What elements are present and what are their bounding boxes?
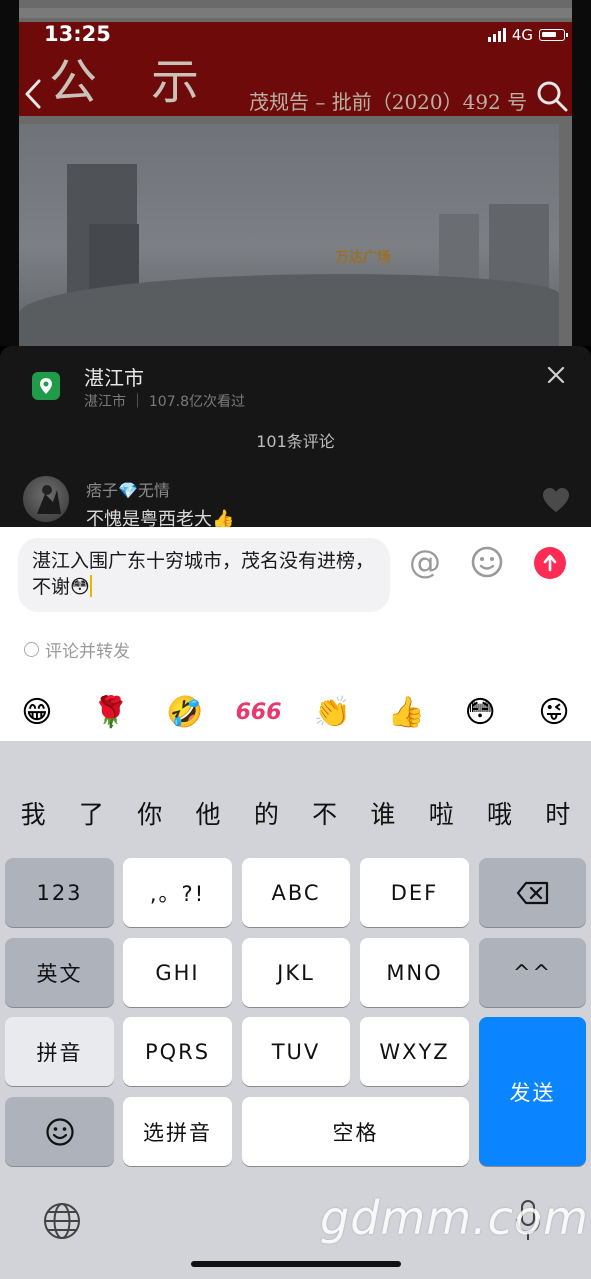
comment-input-area: 湛江入围广东十穷城市，茂名没有进榜，不谢😳 @ 评论并转发 😁 🌹 🤣 666 … [0, 527, 591, 741]
emoji-grin[interactable]: 😁 [13, 695, 61, 730]
comment-panel: 湛江市 湛江市 ｜ 107.8亿次看过 101条评论 痞子💎无情 不愧是粤西老大… [0, 346, 591, 546]
space-key[interactable]: 空格 [242, 1097, 469, 1166]
key-def[interactable]: DEF [360, 858, 469, 927]
key-wxyz[interactable]: WXYZ [360, 1017, 469, 1086]
heart-icon[interactable] [541, 486, 571, 514]
emoji-key[interactable] [5, 1097, 114, 1166]
key-pqrs[interactable]: PQRS [123, 1017, 232, 1086]
key-mno[interactable]: MNO [360, 938, 469, 1007]
candidate-word[interactable]: 我 [6, 795, 60, 831]
search-icon[interactable] [536, 80, 568, 112]
signal-icon [487, 28, 506, 42]
emoji-clap[interactable]: 👏 [308, 695, 356, 730]
back-arrow-icon[interactable] [24, 78, 42, 110]
smiley-icon [45, 1117, 74, 1146]
avatar[interactable] [23, 476, 69, 522]
notice-char-2: 示 [151, 54, 200, 110]
status-time: 13:25 [44, 22, 111, 46]
repost-label: 评论并转发 [45, 642, 130, 662]
key-pinyin[interactable]: 拼音 [5, 1017, 114, 1086]
key-abc[interactable]: ABC [242, 858, 350, 927]
key-123[interactable]: 123 [5, 858, 114, 927]
emoji-rose[interactable]: 🌹 [87, 695, 135, 730]
candidate-word[interactable]: 的 [239, 795, 293, 831]
location-subtitle: 湛江市 ｜ 107.8亿次看过 [84, 394, 245, 410]
emoji-flushed[interactable]: 😳 [456, 695, 504, 730]
key-ghi[interactable]: GHI [123, 938, 232, 1007]
key-tuv[interactable]: TUV [242, 1017, 350, 1086]
emoji-bar: 😁 🌹 🤣 666 👏 👍 😳 😜 [0, 687, 591, 737]
key-emoticon[interactable]: ^^ [479, 938, 586, 1007]
keyboard: 我 了 你 他 的 不 谁 啦 哦 时 123 ,。?! ABC DEF 英文 … [0, 741, 591, 1279]
notice-poster: 公 示 茂规告 – 批前（2020）492 号 万达广场 [19, 0, 572, 346]
globe-icon[interactable] [42, 1201, 82, 1241]
candidate-word[interactable]: 啦 [414, 795, 468, 831]
candidate-word[interactable]: 你 [123, 795, 177, 831]
emoji-wink-tongue[interactable]: 😜 [530, 695, 578, 730]
candidate-word[interactable]: 哦 [473, 795, 527, 831]
emoji-rofl[interactable]: 🤣 [161, 695, 209, 730]
comment-count: 101条评论 [256, 432, 335, 451]
notice-reference: 茂规告 – 批前（2020）492 号 [249, 90, 528, 114]
candidate-word[interactable]: 谁 [356, 795, 410, 831]
emoji-666[interactable]: 666 [235, 700, 283, 725]
close-icon[interactable] [547, 366, 565, 384]
mention-at-icon[interactable]: @ [407, 544, 443, 580]
key-punctuation[interactable]: ,。?! [123, 858, 232, 927]
radio-circle-icon [24, 642, 39, 657]
emoji-face-icon[interactable] [470, 545, 504, 579]
key-english[interactable]: 英文 [5, 938, 114, 1007]
key-jkl[interactable]: JKL [242, 938, 350, 1007]
video-background[interactable]: 公 示 茂规告 – 批前（2020）492 号 万达广场 13:25 4G [0, 0, 591, 346]
comment-username[interactable]: 痞子💎无情 [86, 477, 170, 501]
candidate-word[interactable]: 时 [531, 795, 585, 831]
mall-logo: 万达广场 [335, 250, 391, 266]
repost-checkbox[interactable]: 评论并转发 [24, 637, 130, 662]
candidate-bar: 我 了 你 他 的 不 谁 啦 哦 时 [0, 795, 591, 831]
home-indicator [191, 1261, 401, 1267]
poster-top-strip [19, 8, 572, 18]
location-pin-icon[interactable] [32, 372, 60, 400]
backspace-key[interactable] [479, 858, 586, 927]
comment-input-text: 湛江入围广东十穷城市，茂名没有进榜，不谢😳 [32, 550, 375, 598]
watermark: gdmm.com [320, 1191, 589, 1245]
candidate-word[interactable]: 他 [181, 795, 235, 831]
status-indicators: 4G [487, 26, 568, 44]
candidate-word[interactable]: 了 [64, 795, 118, 831]
key-select-pinyin[interactable]: 选拼音 [123, 1097, 232, 1166]
mall-photo: 万达广场 [19, 124, 559, 346]
send-arrow-icon[interactable] [534, 547, 566, 579]
emoji-thumbs-up[interactable]: 👍 [382, 695, 430, 730]
send-key[interactable]: 发送 [479, 1017, 586, 1166]
network-type: 4G [511, 26, 533, 44]
notice-char-1: 公 [49, 54, 98, 110]
candidate-word[interactable]: 不 [298, 795, 352, 831]
text-caret [89, 575, 92, 597]
backspace-icon [516, 881, 548, 904]
location-title[interactable]: 湛江市 [84, 362, 144, 391]
battery-icon [539, 29, 568, 41]
comment-input[interactable]: 湛江入围广东十穷城市，茂名没有进榜，不谢😳 [18, 538, 390, 612]
